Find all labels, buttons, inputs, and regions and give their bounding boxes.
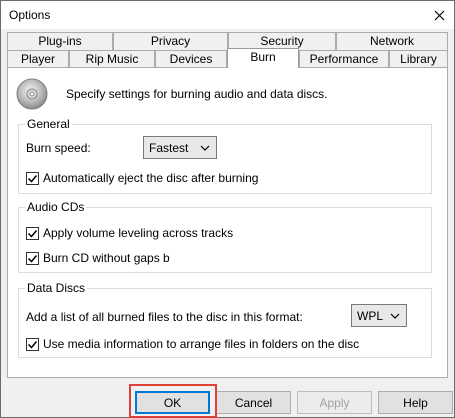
tab-burn[interactable]: Burn [227, 48, 299, 68]
playlist-format-dropdown[interactable]: WPL [351, 304, 407, 327]
tab-devices[interactable]: Devices [155, 50, 227, 68]
cd-disc-icon [16, 78, 48, 110]
volume-leveling-checkbox[interactable] [26, 226, 39, 240]
title-bar: Options [1, 1, 454, 29]
tab-label: Burn [250, 50, 276, 64]
tab-rip-music[interactable]: Rip Music [69, 50, 155, 68]
tab-plug-ins[interactable]: Plug-ins [7, 32, 113, 50]
burn-speed-label: Burn speed: [26, 141, 91, 155]
help-button[interactable]: Help [378, 391, 453, 414]
close-button[interactable] [424, 1, 454, 29]
cancel-button[interactable]: Cancel [216, 391, 291, 414]
playlist-format-label: Add a list of all burned files to the di… [26, 310, 303, 324]
checkmark-icon [27, 174, 38, 183]
checkmark-icon [27, 229, 38, 238]
group-label-data-discs: Data Discs [25, 281, 88, 295]
auto-eject-checkbox[interactable] [26, 171, 39, 185]
help-label: Help [403, 395, 428, 410]
no-gaps-label: Burn CD without gaps b [43, 251, 170, 265]
tab-label: Devices [169, 52, 213, 66]
tab-label: Network [369, 34, 414, 48]
chevron-down-icon [390, 313, 400, 319]
chevron-down-icon [200, 145, 210, 151]
tab-label: Library [400, 52, 437, 66]
panel-description: Specify settings for burning audio and d… [66, 87, 328, 101]
media-info-option[interactable]: Use media information to arrange files i… [26, 337, 359, 351]
playlist-format-value: WPL [357, 308, 384, 323]
close-icon [434, 10, 444, 20]
volume-leveling-label: Apply volume leveling across tracks [43, 226, 234, 240]
ok-button[interactable]: OK [135, 391, 210, 414]
no-gaps-option[interactable]: Burn CD without gaps b [26, 251, 170, 265]
ok-label: OK [163, 395, 182, 410]
tab-player[interactable]: Player [7, 50, 69, 68]
options-dialog: Options Plug-ins Privacy Security Networ… [0, 0, 455, 418]
tab-label: Plug-ins [38, 34, 82, 48]
tab-label: Player [20, 52, 55, 66]
auto-eject-label: Automatically eject the disc after burni… [43, 171, 259, 185]
tab-label: Security [260, 34, 304, 48]
tab-performance[interactable]: Performance [299, 50, 389, 68]
tab-privacy[interactable]: Privacy [113, 32, 228, 50]
volume-leveling-option[interactable]: Apply volume leveling across tracks [26, 226, 233, 240]
auto-eject-option[interactable]: Automatically eject the disc after burni… [26, 171, 258, 185]
no-gaps-checkbox[interactable] [26, 251, 39, 265]
audio-cds-group: Audio CDs Apply volume leveling across t… [18, 200, 432, 273]
tab-label: Performance [309, 52, 379, 66]
media-info-label: Use media information to arrange files i… [43, 337, 360, 351]
checkmark-icon [27, 340, 38, 349]
apply-label: Apply [319, 395, 350, 410]
group-label-audio-cds: Audio CDs [25, 200, 87, 214]
window-title: Options [9, 8, 51, 22]
burn-speed-value: Fastest [149, 140, 189, 155]
tab-label: Privacy [150, 34, 191, 48]
cancel-label: Cancel [234, 395, 273, 410]
checkmark-icon [27, 254, 38, 263]
burn-tab-panel: Specify settings for burning audio and d… [7, 67, 448, 378]
media-info-checkbox[interactable] [26, 337, 39, 351]
tab-library[interactable]: Library [389, 50, 448, 68]
general-group: General Burn speed: Fastest Automaticall… [18, 117, 432, 194]
group-label-general: General [25, 117, 72, 131]
apply-button[interactable]: Apply [297, 391, 372, 414]
burn-speed-dropdown[interactable]: Fastest [143, 136, 217, 159]
tab-label: Rip Music [85, 52, 139, 66]
data-discs-group: Data Discs Add a list of all burned file… [18, 281, 432, 358]
tab-network[interactable]: Network [336, 32, 448, 50]
